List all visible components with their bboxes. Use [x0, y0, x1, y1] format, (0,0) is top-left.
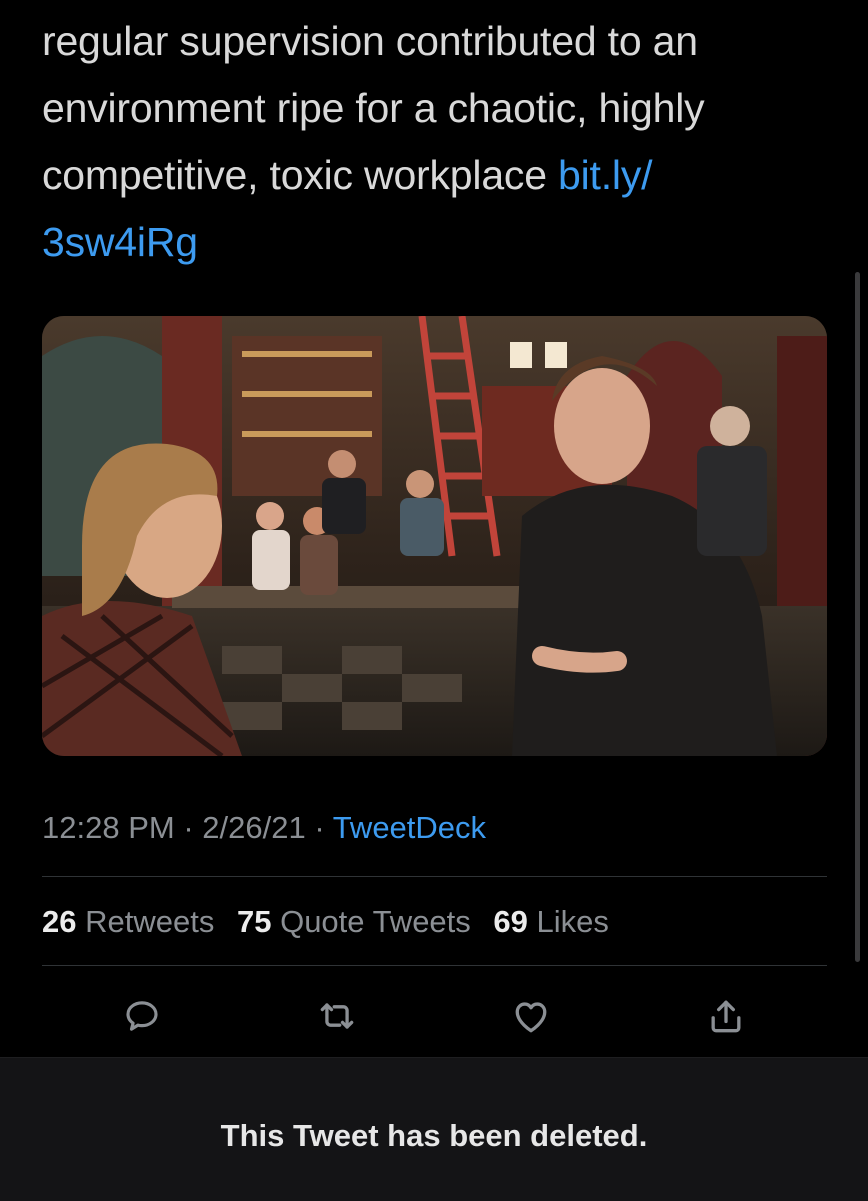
retweet-icon	[320, 1003, 354, 1029]
tweet-text-line: regular supervision contributed to an	[42, 18, 698, 64]
reply-button[interactable]	[114, 988, 170, 1044]
tweet-date: 2/26/21	[202, 810, 306, 845]
share-button[interactable]	[698, 988, 754, 1044]
tweet-text-segment: competitive, toxic workplace	[42, 152, 559, 198]
divider	[42, 965, 827, 966]
tweet-body: regular supervision contributed to an en…	[42, 8, 842, 276]
deleted-tweet-message: This Tweet has been deleted.	[220, 1118, 648, 1153]
tweet-actions	[0, 988, 868, 1044]
retweets-label: Retweets	[85, 904, 215, 939]
like-button[interactable]	[503, 988, 559, 1044]
tweet-stats: 26 Retweets 75 Quote Tweets 69 Likes	[42, 902, 609, 942]
likes-label: Likes	[536, 904, 609, 939]
quotes-count: 75	[236, 904, 272, 939]
tweet-text-line: competitive, toxic workplace bit.ly/	[42, 142, 842, 209]
retweets-stat[interactable]: 26 Retweets	[42, 904, 214, 939]
tweet-link[interactable]: bit.ly/	[558, 152, 652, 198]
retweets-count: 26	[42, 904, 77, 939]
quotes-stat[interactable]: 75 Quote Tweets	[237, 904, 471, 939]
tweet-time: 12:28 PM	[42, 810, 175, 845]
tweet-link-continued[interactable]: 3sw4iRg	[42, 209, 842, 276]
likes-count: 69	[493, 904, 528, 939]
meta-separator: ·	[174, 810, 203, 845]
share-icon	[711, 1000, 741, 1033]
like-icon	[515, 1002, 547, 1033]
tweet-photo[interactable]	[42, 316, 827, 756]
tweet-meta: 12:28 PM · 2/26/21 · TweetDeck	[42, 808, 486, 848]
meta-separator: ·	[305, 810, 333, 845]
retweet-button[interactable]	[309, 988, 365, 1044]
tweet-source-link[interactable]: TweetDeck	[333, 810, 486, 845]
photo-illustration	[42, 316, 827, 756]
scrollbar[interactable]	[855, 272, 860, 962]
divider	[42, 876, 827, 877]
quotes-label: Quote Tweets	[280, 904, 471, 939]
likes-stat[interactable]: 69 Likes	[493, 904, 608, 939]
reply-icon	[126, 1001, 158, 1031]
tweet-text-line: environment ripe for a chaotic, highly	[42, 85, 705, 131]
